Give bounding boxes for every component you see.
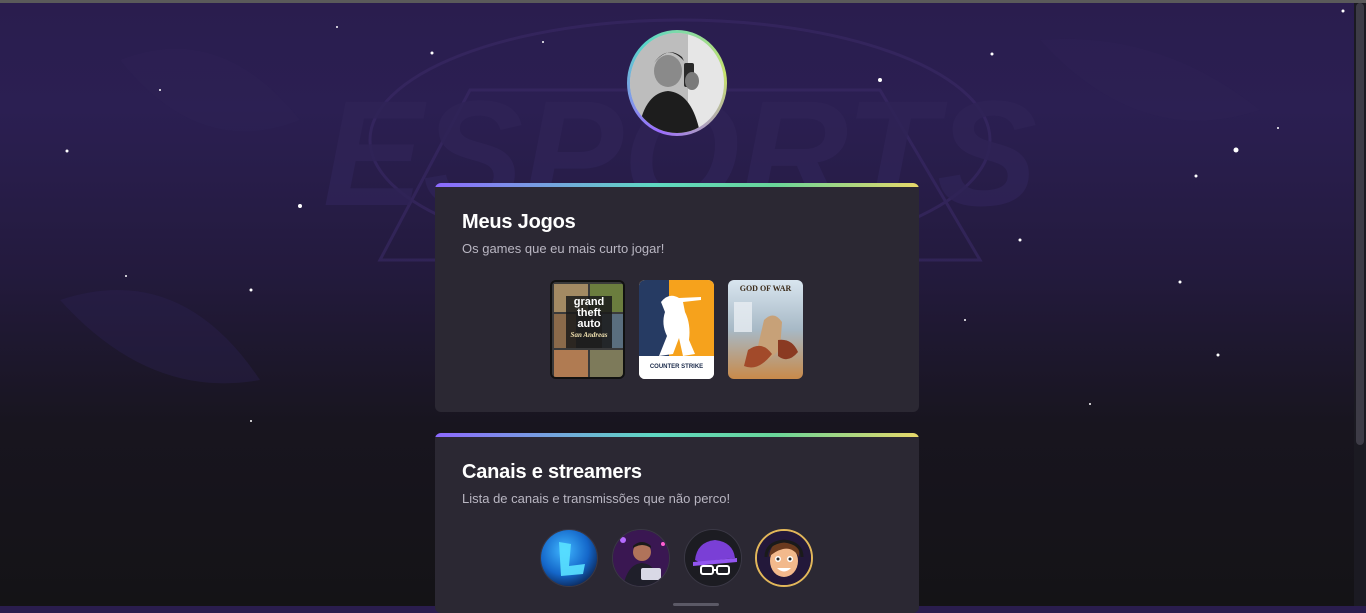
god-of-war-label: GOD OF WAR	[739, 284, 792, 293]
channels-title: Canais e streamers	[462, 461, 642, 483]
games-title: Meus Jogos	[462, 211, 576, 233]
game-cover-counter-strike[interactable]: COUNTER STRIKE	[639, 280, 714, 379]
game-cover-gta[interactable]: grand theft auto San Andreas	[550, 280, 625, 379]
games-card: Meus Jogos Os games que eu mais curto jo…	[435, 183, 919, 412]
game-cover-god-of-war[interactable]: GOD OF WAR	[728, 280, 803, 379]
channel-avatar-3[interactable]	[684, 529, 742, 587]
counter-strike-label: COUNTER STRIKE	[649, 364, 704, 370]
channels-card: Canais e streamers Lista de canais e tra…	[435, 433, 919, 613]
channel-avatar-4[interactable]	[755, 529, 813, 587]
avatar-photo	[630, 33, 724, 133]
profile-avatar	[627, 30, 727, 136]
scrollbar-thumb[interactable]	[1356, 3, 1364, 445]
channels-subtitle: Lista de canais e transmissões que não p…	[462, 491, 731, 506]
channel-avatar-2[interactable]	[612, 529, 670, 587]
browser-top-line	[0, 0, 1366, 3]
gta-word-4: San Andreas	[570, 331, 608, 339]
gta-word-3: auto	[577, 318, 601, 330]
games-subtitle: Os games que eu mais curto jogar!	[462, 241, 665, 256]
channel-avatar-1[interactable]	[540, 529, 598, 587]
